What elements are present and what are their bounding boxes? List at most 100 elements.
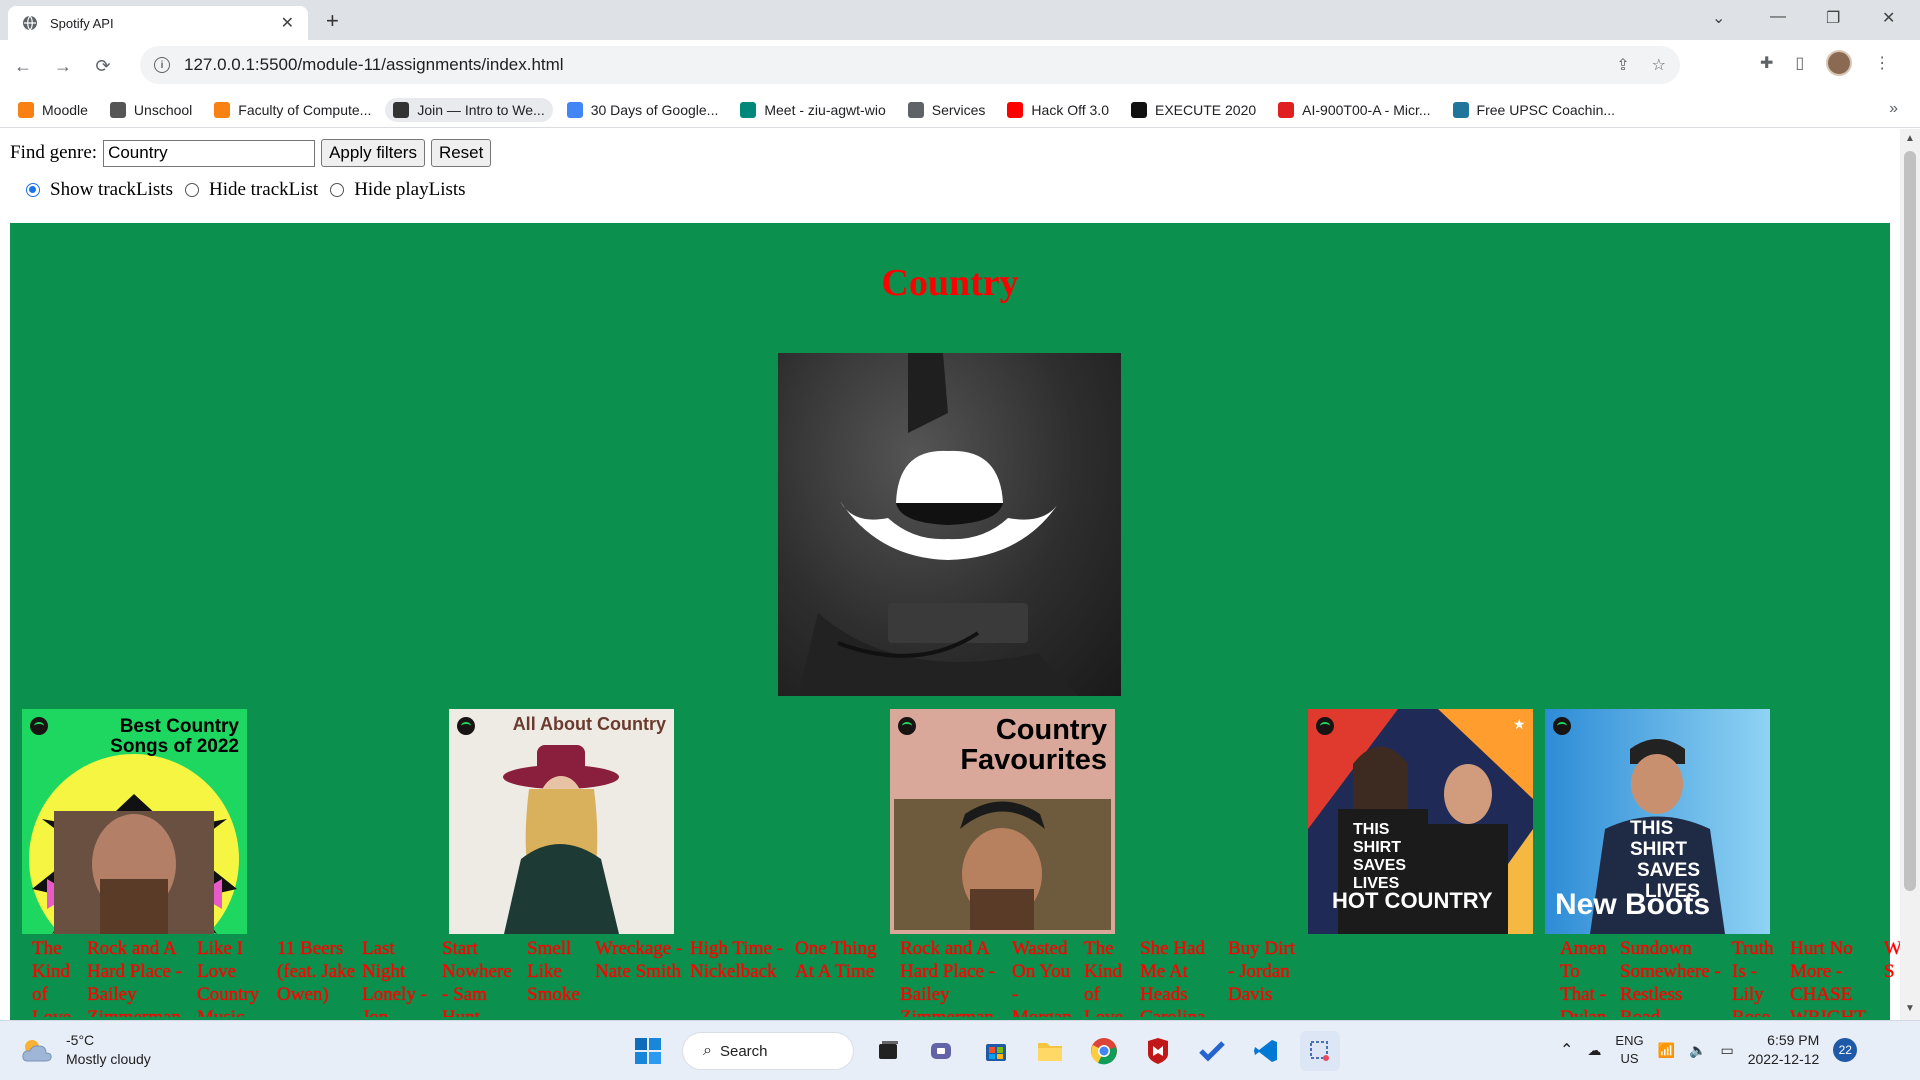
track-item[interactable]: Wreckage - Nate Smith [595,937,690,1017]
playlist-card[interactable]: Best Country Songs of 2022 [22,709,247,934]
tab-search-icon[interactable]: ⌄ [1712,8,1725,28]
bookmark-item[interactable]: 30 Days of Google... [566,101,718,118]
teams-chat-icon[interactable] [922,1031,962,1071]
bookmark-item[interactable]: Services [907,101,985,118]
chevron-up-icon[interactable]: ⌃ [1560,1040,1573,1060]
scroll-down-icon[interactable]: ▼ [1905,1003,1915,1014]
radio-button[interactable] [184,183,199,197]
bookmark-item[interactable]: Moodle [18,101,88,118]
chrome-icon[interactable] [1084,1031,1124,1071]
track-item[interactable]: Rock and A Hard Place - Bailey Zimmerman [900,937,1012,1017]
bookmark-item[interactable]: EXECUTE 2020 [1130,101,1256,118]
browser-tab[interactable]: Spotify API ✕ [8,6,308,40]
volume-icon[interactable]: 🔈 [1689,1042,1706,1059]
track-item[interactable]: Rock and A Hard Place - Bailey Zimmerman [87,937,197,1017]
onedrive-icon[interactable]: ☁ [1587,1042,1601,1059]
weather-widget[interactable]: -5°C Mostly cloudy [20,1031,151,1069]
scroll-up-icon[interactable]: ▲ [1905,133,1915,144]
more-bookmarks-icon[interactable]: » [1889,100,1898,118]
forward-button[interactable]: → [46,49,80,83]
battery-icon[interactable]: ▭ [1720,1042,1733,1059]
track-item[interactable]: Sundown Somewhere - Restless Road [1620,937,1732,1017]
page-scrollbar[interactable]: ▲ ▼ [1900,129,1920,1020]
playlist-cover[interactable]: THIS SHIRT SAVES LIVES New Boots [1545,709,1770,934]
playlist-card[interactable]: All About Country [449,709,674,934]
new-tab-button[interactable]: + [326,8,339,34]
scroll-thumb[interactable] [1904,151,1916,891]
moodle-icon [214,101,231,118]
bookmark-item[interactable]: Join — Intro to We... [385,97,553,122]
cloudy-weather-icon [20,1036,54,1064]
track-item[interactable]: Hurt No More - CHASE WRIGHT [1790,937,1884,1017]
reset-button[interactable]: Reset [430,139,492,167]
track-item[interactable]: Start Nowhere - Sam Hunt [442,937,527,1017]
store-icon[interactable] [976,1031,1016,1071]
track-item[interactable]: W I S [1884,937,1900,1017]
back-button[interactable]: ← [6,49,40,83]
todo-icon[interactable] [1192,1031,1232,1071]
display-radio[interactable]: Hide playLists [330,179,466,201]
notification-badge[interactable]: 22 [1833,1038,1858,1062]
playlist-cover-title: Best Country Songs of 2022 [110,716,239,757]
target-icon [1130,101,1147,118]
track-item[interactable]: Wasted On You - Morgan [1012,937,1084,1017]
bookmark-star-icon[interactable]: ☆ [1652,55,1666,75]
mcafee-icon[interactable] [1138,1031,1178,1071]
track-item[interactable]: She Had Me At Heads Carolina [1140,937,1228,1017]
restore-button[interactable]: ❐ [1826,8,1840,28]
profile-avatar[interactable] [1826,50,1853,76]
side-panel-icon[interactable]: ▯ [1795,53,1804,73]
bookmark-item[interactable]: Free UPSC Coachin... [1452,101,1615,118]
start-button[interactable] [628,1031,668,1071]
bookmark-item[interactable]: Unschool [109,101,192,118]
track-item[interactable]: The Kind of Love [1084,937,1140,1017]
display-radio[interactable]: Hide trackList [184,179,318,201]
track-item[interactable]: Like I Love Country Music [197,937,277,1017]
playlist-card[interactable]: THIS SHIRT SAVES LIVES ★ HOT COUNTRY [1308,709,1533,934]
task-view-icon[interactable] [868,1031,908,1071]
menu-icon[interactable]: ⋮ [1874,53,1890,73]
snipping-tool-icon[interactable] [1300,1031,1340,1071]
close-tab-icon[interactable]: ✕ [281,13,294,33]
radio-button[interactable] [26,183,40,197]
display-radio[interactable]: Show trackLists [26,179,173,201]
taskbar-search[interactable]: ⌕ Search [682,1032,854,1070]
share-icon[interactable]: ⇪ [1616,55,1629,75]
address-bar[interactable]: i 127.0.0.1:5500/module-11/assignments/i… [140,46,1680,84]
track-item[interactable]: Smell Like Smoke [527,937,595,1017]
site-info-icon[interactable]: i [154,57,170,73]
track-item[interactable]: Last Night Lonely - Jon [362,937,442,1017]
track-item[interactable]: One Thing At A Time [795,937,887,1017]
language-indicator[interactable]: ENG US [1615,1032,1643,1068]
weather-condition: Mostly cloudy [66,1051,151,1067]
track-item[interactable]: Amen To That - Dylan [1560,937,1620,1017]
bookmark-item[interactable]: Meet - ziu-agwt-wio [740,101,886,118]
file-explorer-icon[interactable] [1030,1031,1070,1071]
bookmark-item[interactable]: AI-900T00-A - Micr... [1278,101,1431,118]
reload-button[interactable]: ⟳ [86,49,120,83]
playlist-card[interactable]: THIS SHIRT SAVES LIVES New Boots [1545,709,1770,934]
track-item[interactable]: 11 Beers (feat. Jake Owen) [277,937,362,1017]
track-item[interactable]: Buy Dirt - Jordan Davis [1228,937,1308,1017]
playlist-cover-title: HOT COUNTRY [1332,887,1493,913]
track-item[interactable]: High Time - Nickelback [690,937,795,1017]
playlist-cover[interactable]: All About Country [449,709,674,934]
track-item[interactable]: Truth Is - Lily Rose [1732,937,1790,1017]
playlist-cover[interactable]: THIS SHIRT SAVES LIVES ★ HOT COUNTRY [1308,709,1533,934]
radio-button[interactable] [330,183,345,197]
clock[interactable]: 6:59 PM 2022-12-12 [1748,1031,1820,1069]
vscode-icon[interactable] [1246,1031,1286,1071]
extensions-icon[interactable]: ✚ [1760,53,1773,73]
bookmark-item[interactable]: Faculty of Compute... [214,101,371,118]
playlist-card[interactable]: Country Favourites [890,709,1115,934]
svg-text:THIS: THIS [1630,818,1673,839]
playlist-cover[interactable]: Country Favourites [890,709,1115,934]
close-window-button[interactable]: ✕ [1882,8,1895,28]
playlist-cover[interactable]: Best Country Songs of 2022 [22,709,247,934]
genre-input[interactable] [103,139,316,167]
wifi-icon[interactable]: 📶 [1658,1042,1675,1059]
bookmark-item[interactable]: Hack Off 3.0 [1007,101,1109,118]
minimize-button[interactable]: — [1770,8,1786,26]
apply-filters-button[interactable]: Apply filters [321,139,425,167]
track-item[interactable]: The Kind of Love [32,937,87,1017]
